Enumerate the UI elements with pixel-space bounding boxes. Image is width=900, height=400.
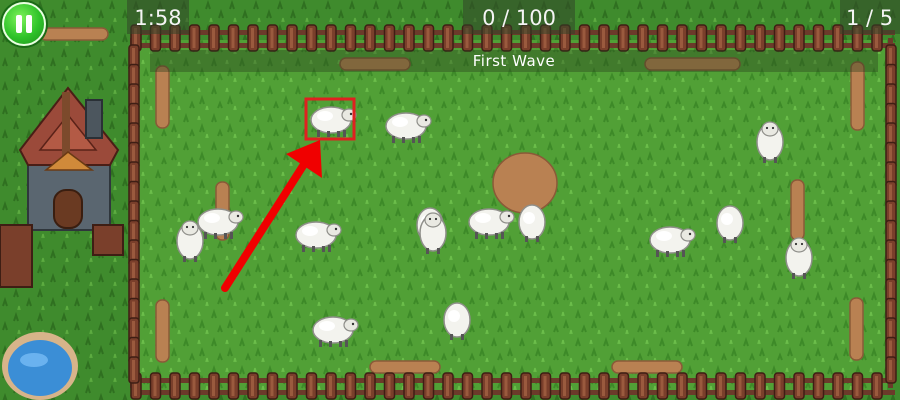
fence-post <box>364 372 376 400</box>
fence-post <box>266 372 279 400</box>
fence-post <box>715 24 727 52</box>
fence-post <box>247 24 259 52</box>
pond <box>2 332 78 400</box>
fence-post <box>481 372 493 400</box>
fence-post <box>128 356 140 384</box>
fence-post <box>208 24 220 52</box>
fence-post <box>871 372 883 400</box>
fence-post <box>812 24 825 52</box>
fence-post <box>885 356 897 384</box>
timer-display: 1:58 <box>127 0 189 34</box>
fence-post <box>383 24 396 52</box>
fence-post <box>169 372 181 400</box>
pause-icon <box>26 15 32 33</box>
fence-post <box>188 372 201 400</box>
fence-post <box>773 24 786 52</box>
fence-post <box>617 372 630 400</box>
fence-post <box>793 372 805 400</box>
fence-post <box>559 372 571 400</box>
fence-post <box>598 24 610 52</box>
fence-post <box>656 24 669 52</box>
fence-post <box>676 24 688 52</box>
fence-post <box>325 24 337 52</box>
fence-post <box>637 24 649 52</box>
fence-post <box>227 372 240 400</box>
fence-post <box>734 24 747 52</box>
fence-post <box>539 372 552 400</box>
fence-post <box>676 372 688 400</box>
fence-post <box>227 24 240 52</box>
fence-post <box>812 372 825 400</box>
fence-post <box>832 372 844 400</box>
fence-post <box>422 372 435 400</box>
fence-post <box>188 24 201 52</box>
fence-post <box>793 24 805 52</box>
fence-post <box>247 372 259 400</box>
fence-post <box>364 24 376 52</box>
fence-post <box>598 372 610 400</box>
fence-post <box>403 24 415 52</box>
fence-post <box>286 24 298 52</box>
fence-post <box>773 372 786 400</box>
fence-post <box>344 24 357 52</box>
fence-post <box>695 24 708 52</box>
fence-post <box>266 24 279 52</box>
fence-post <box>403 372 415 400</box>
pause-button[interactable] <box>2 2 46 46</box>
fence-post <box>656 372 669 400</box>
fence-post <box>208 372 220 400</box>
fence-post <box>734 372 747 400</box>
fence-post <box>286 372 298 400</box>
fence-post <box>461 372 474 400</box>
fence-post <box>617 24 630 52</box>
score-display: 0 / 100 <box>463 0 575 34</box>
fence-post <box>500 372 513 400</box>
fence-post <box>754 372 766 400</box>
fence-post <box>715 372 727 400</box>
wave-banner: First Wave <box>150 50 878 72</box>
fence-post <box>442 24 454 52</box>
fence-post <box>344 372 357 400</box>
fence-post <box>325 372 337 400</box>
pause-icon <box>16 15 22 33</box>
fence-post <box>851 372 864 400</box>
fence-post <box>383 372 396 400</box>
fence-post <box>520 372 532 400</box>
fence-post <box>637 372 649 400</box>
fence-post <box>149 372 162 400</box>
fence-post <box>422 24 435 52</box>
fence-post <box>754 24 766 52</box>
fence-post <box>305 24 318 52</box>
fence-post <box>305 372 318 400</box>
fence-post <box>578 24 591 52</box>
wave-counter: 1 / 5 <box>840 0 900 34</box>
fence-post <box>578 372 591 400</box>
fence-post <box>695 372 708 400</box>
fence-post <box>442 372 454 400</box>
